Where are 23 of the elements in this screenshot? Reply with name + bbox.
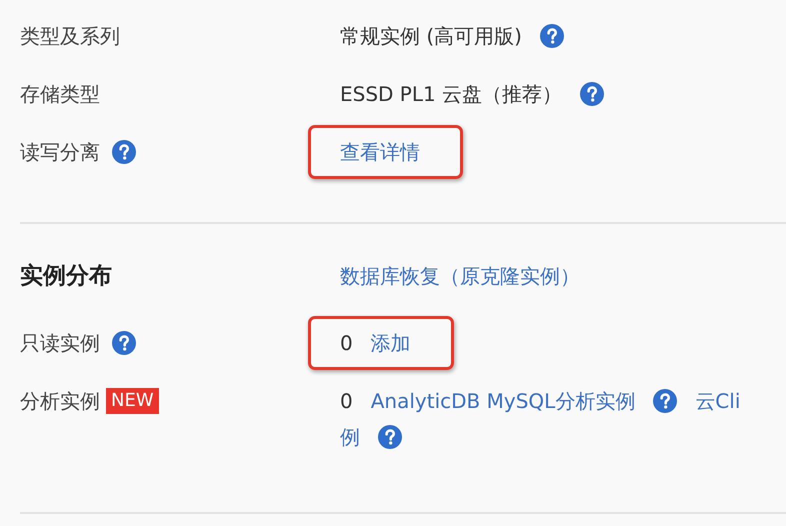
help-icon[interactable]	[540, 24, 564, 48]
field-value: ESSD PL1 云盘（推荐）	[340, 81, 562, 108]
help-icon[interactable]	[112, 140, 136, 164]
help-icon[interactable]	[580, 82, 604, 106]
field-value: 常规实例 (高可用版)	[340, 23, 522, 50]
help-icon[interactable]	[378, 425, 402, 449]
help-icon[interactable]	[112, 331, 136, 355]
restore-link[interactable]: 数据库恢复（原克隆实例）	[340, 258, 580, 294]
value-link[interactable]: 例	[340, 419, 360, 455]
value-link[interactable]: 查看详情	[340, 134, 420, 170]
section-title: 实例分布	[20, 262, 112, 291]
field-label: 分析实例	[20, 388, 100, 415]
value-link[interactable]: 添加	[370, 325, 411, 361]
field-value: 0	[340, 330, 353, 357]
value-link[interactable]: AnalyticDB MySQL分析实例	[370, 383, 636, 419]
field-label: 类型及系列	[20, 23, 120, 50]
help-icon[interactable]	[653, 389, 678, 413]
new-badge: NEW	[106, 388, 159, 414]
value-link[interactable]: 云Cli	[695, 383, 740, 419]
field-value: 0	[340, 388, 353, 415]
field-label: 读写分离	[20, 139, 100, 166]
field-label: 只读实例	[20, 330, 100, 357]
field-label: 存储类型	[20, 81, 100, 108]
